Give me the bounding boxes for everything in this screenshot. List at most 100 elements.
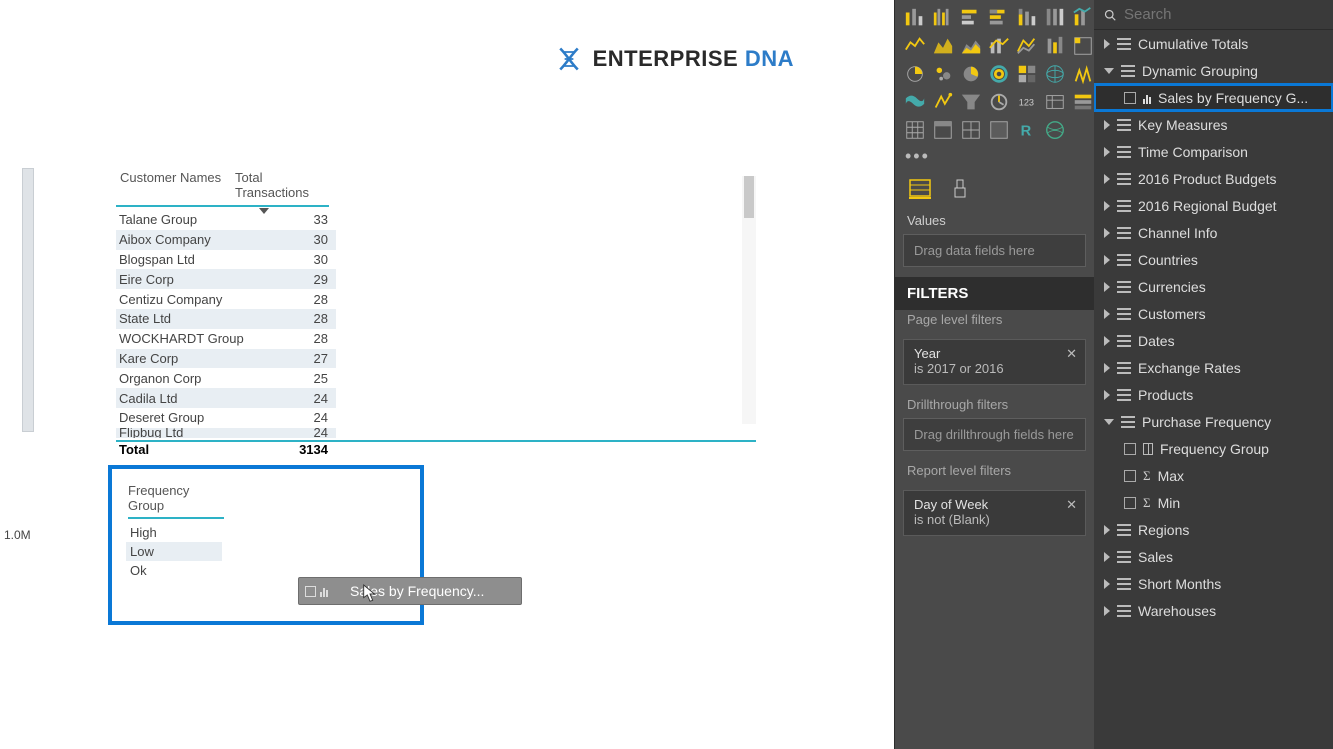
viz-treemap[interactable] xyxy=(1071,34,1095,58)
table-row[interactable]: Eire Corp29 xyxy=(116,269,336,289)
field-table[interactable]: Customers xyxy=(1094,300,1333,327)
table-row[interactable]: Centizu Company28 xyxy=(116,289,336,309)
field-table[interactable]: Dates xyxy=(1094,327,1333,354)
field-table[interactable]: Cumulative Totals xyxy=(1094,30,1333,57)
field-table[interactable]: Sales xyxy=(1094,543,1333,570)
checkbox[interactable] xyxy=(1124,92,1136,104)
customer-table-visual[interactable]: Customer Names Total Transactions Talane… xyxy=(116,168,756,440)
viz-combo-chart[interactable] xyxy=(1071,6,1095,30)
viz-kpi[interactable] xyxy=(1043,90,1067,114)
field-table[interactable]: 2016 Regional Budget xyxy=(1094,192,1333,219)
viz-pie[interactable] xyxy=(903,62,927,86)
field-table[interactable]: 2016 Product Budgets xyxy=(1094,165,1333,192)
table-scrollbar[interactable] xyxy=(742,176,756,424)
freq-item[interactable]: Low xyxy=(126,542,222,561)
table-row[interactable]: Aibox Company30 xyxy=(116,230,336,250)
table-total-row: Total 3134 xyxy=(116,440,756,457)
freq-header[interactable]: Frequency Group xyxy=(128,483,224,519)
field-table[interactable]: Dynamic Grouping xyxy=(1094,57,1333,84)
dow-filter-chip[interactable]: ✕ Day of Week is not (Blank) xyxy=(903,490,1086,536)
format-tab[interactable] xyxy=(949,179,971,199)
frequency-group-visual[interactable]: Frequency Group HighLowOk Sales by Frequ… xyxy=(108,465,424,625)
table-row[interactable]: State Ltd28 xyxy=(116,309,336,329)
table-row[interactable]: Kare Corp27 xyxy=(116,349,336,369)
close-icon[interactable]: ✕ xyxy=(1066,497,1077,513)
table-icon xyxy=(1117,308,1131,320)
caret-icon xyxy=(1104,419,1114,425)
column-header-value[interactable]: Total Transactions xyxy=(231,168,329,207)
viz-line-chart[interactable] xyxy=(903,34,927,58)
field-table[interactable]: Key Measures xyxy=(1094,111,1333,138)
viz-filled-map[interactable] xyxy=(903,90,927,114)
more-visuals-button[interactable]: ••• xyxy=(895,142,1094,171)
field-item[interactable]: Sales by Frequency G... xyxy=(1094,84,1333,111)
viz-slicer[interactable] xyxy=(1071,90,1095,114)
viz-globe[interactable] xyxy=(1043,62,1067,86)
checkbox[interactable] xyxy=(1124,443,1136,455)
freq-item[interactable]: Ok xyxy=(126,561,222,580)
viz-arcgis[interactable] xyxy=(1043,118,1067,142)
field-table[interactable]: Warehouses xyxy=(1094,597,1333,624)
field-item[interactable]: ΣMax xyxy=(1094,462,1333,489)
table-row[interactable]: Talane Group33 xyxy=(116,210,336,230)
viz-gauge[interactable] xyxy=(987,90,1011,114)
viz-card[interactable]: 123 xyxy=(1015,90,1039,114)
viz-table[interactable] xyxy=(903,118,927,142)
field-table[interactable]: Channel Info xyxy=(1094,219,1333,246)
viz-blank[interactable] xyxy=(987,118,1011,142)
viz-area-chart[interactable] xyxy=(931,34,955,58)
field-table[interactable]: Time Comparison xyxy=(1094,138,1333,165)
freq-item[interactable]: High xyxy=(126,523,222,542)
table-row[interactable]: Organon Corp25 xyxy=(116,368,336,388)
table-row[interactable]: Deseret Group24 xyxy=(116,408,336,428)
table-row[interactable]: Cadila Ltd24 xyxy=(116,388,336,408)
field-table[interactable]: Regions xyxy=(1094,516,1333,543)
viz-ribbon[interactable] xyxy=(1015,34,1039,58)
column-header-name[interactable]: Customer Names xyxy=(116,168,231,207)
table-row[interactable]: Flipbug Ltd24 xyxy=(116,428,336,438)
viz-clustered-bar-h[interactable] xyxy=(987,6,1011,30)
viz-ring[interactable] xyxy=(987,62,1011,86)
drillthrough-drop-zone[interactable]: Drag drillthrough fields here xyxy=(903,418,1086,451)
viz-stacked-bar-h[interactable] xyxy=(959,6,983,30)
checkbox[interactable] xyxy=(1124,470,1136,482)
field-table[interactable]: Countries xyxy=(1094,246,1333,273)
viz-stacked-column[interactable] xyxy=(1015,6,1039,30)
fields-tab[interactable] xyxy=(909,179,931,199)
field-label: Dynamic Grouping xyxy=(1142,63,1258,79)
viz-matrix-heat[interactable] xyxy=(1015,62,1039,86)
field-item[interactable]: ΣMin xyxy=(1094,489,1333,516)
viz-clustered-bar[interactable] xyxy=(931,6,955,30)
field-table[interactable]: Products xyxy=(1094,381,1333,408)
field-table[interactable]: Currencies xyxy=(1094,273,1333,300)
viz-donut[interactable] xyxy=(959,62,983,86)
caret-icon xyxy=(1104,282,1110,292)
viz-matrix[interactable] xyxy=(931,118,955,142)
viz-shape-map[interactable] xyxy=(931,90,955,114)
report-canvas[interactable]: ENTERPRISE DNA 1.0M Customer Names Total… xyxy=(0,0,894,749)
viz-100-stacked[interactable] xyxy=(1043,6,1067,30)
drag-field-chip[interactable]: Sales by Frequency... xyxy=(298,577,522,605)
viz-stacked-bar[interactable] xyxy=(903,6,927,30)
table-row[interactable]: WOCKHARDT Group28 xyxy=(116,329,336,349)
field-table[interactable]: Short Months xyxy=(1094,570,1333,597)
viz-funnel-alt[interactable] xyxy=(1071,62,1095,86)
viz-multi-row[interactable] xyxy=(959,118,983,142)
scrollbar-thumb[interactable] xyxy=(744,176,754,218)
field-label: Purchase Frequency xyxy=(1142,414,1271,430)
search-input[interactable] xyxy=(1124,6,1323,23)
viz-funnel[interactable] xyxy=(959,90,983,114)
year-filter-chip[interactable]: ✕ Year is 2017 or 2016 xyxy=(903,339,1086,385)
field-item[interactable]: Frequency Group xyxy=(1094,435,1333,462)
checkbox[interactable] xyxy=(1124,497,1136,509)
table-row[interactable]: Blogspan Ltd30 xyxy=(116,250,336,270)
field-table[interactable]: Exchange Rates xyxy=(1094,354,1333,381)
viz-scatter[interactable] xyxy=(931,62,955,86)
close-icon[interactable]: ✕ xyxy=(1066,346,1077,362)
viz-waterfall[interactable] xyxy=(1043,34,1067,58)
viz-r-visual[interactable]: R xyxy=(1015,118,1039,142)
viz-stacked-area[interactable] xyxy=(959,34,983,58)
field-table[interactable]: Purchase Frequency xyxy=(1094,408,1333,435)
values-drop-zone[interactable]: Drag data fields here xyxy=(903,234,1086,267)
viz-line-column[interactable] xyxy=(987,34,1011,58)
